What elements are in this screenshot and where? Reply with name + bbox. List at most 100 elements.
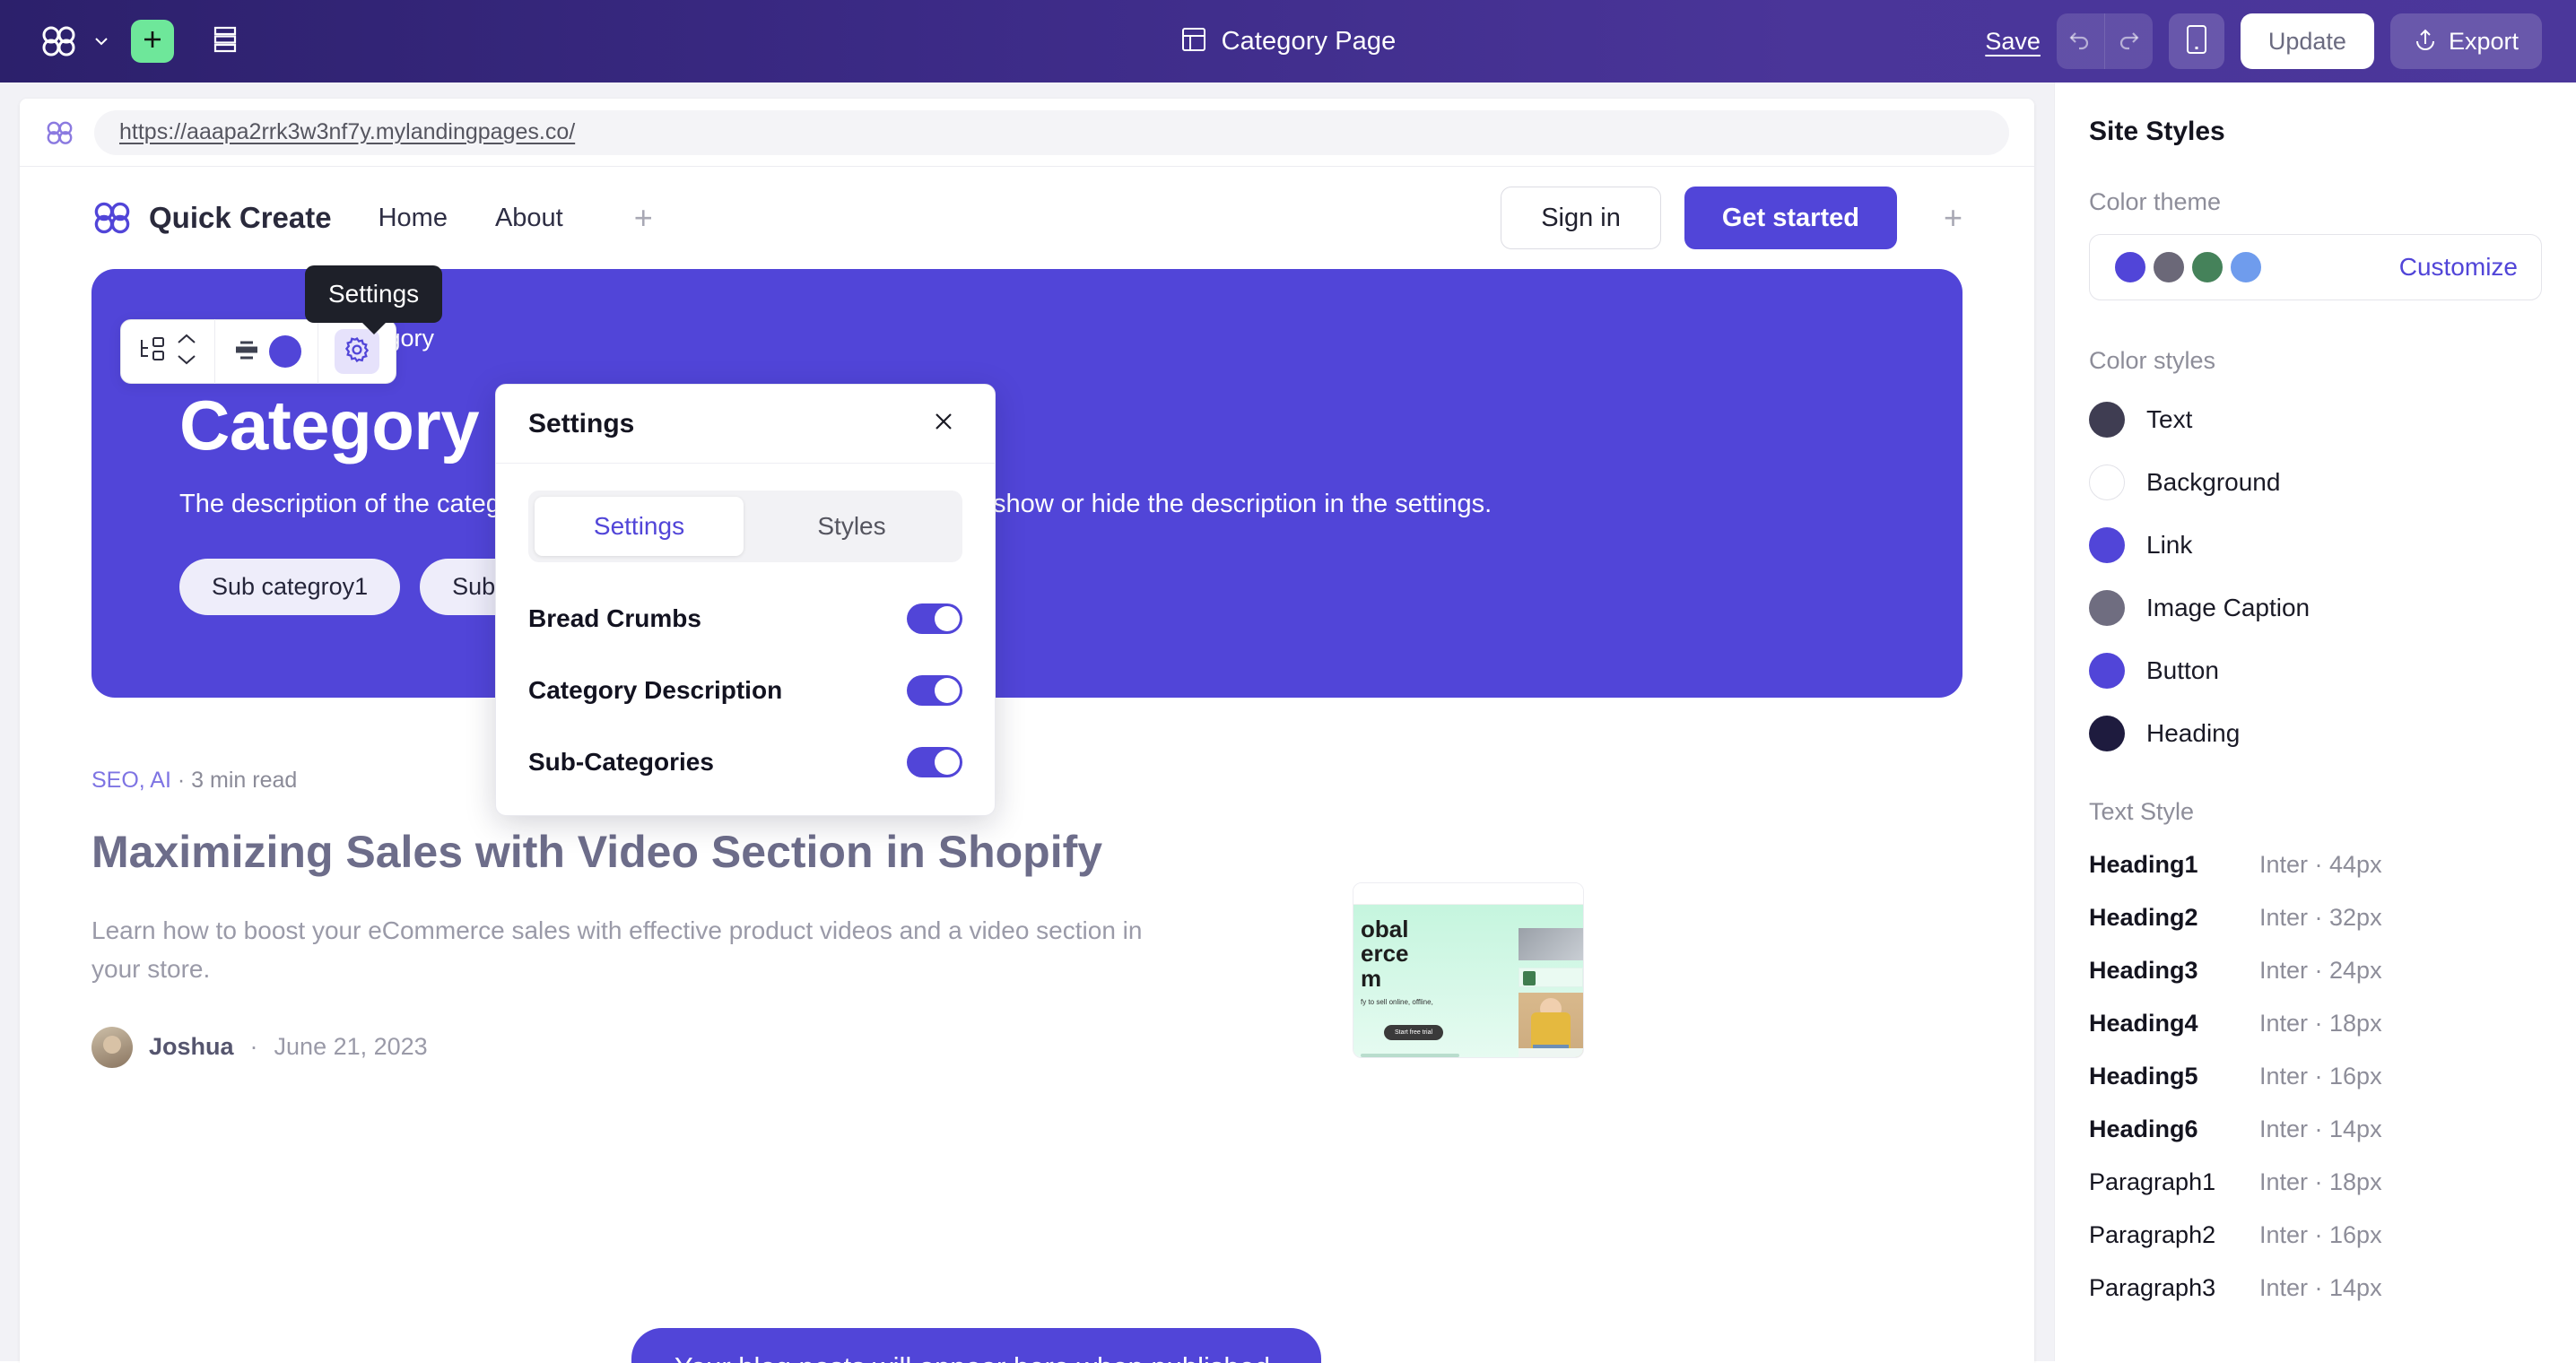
undo-button[interactable] <box>2057 13 2104 69</box>
settings-gear-button[interactable] <box>335 329 379 374</box>
theme-swatch[interactable] <box>2190 250 2224 284</box>
signin-button[interactable]: Sign in <box>1501 187 1661 249</box>
text-style-meta: Inter · 18px <box>2259 1168 2382 1195</box>
setting-label: Category Description <box>528 676 783 704</box>
plus-icon <box>141 28 164 56</box>
theme-swatch[interactable] <box>2113 250 2147 284</box>
color-styles-list: Text Background Link Image Caption Butto… <box>2089 402 2542 751</box>
text-style-label: Text Style <box>2089 798 2195 825</box>
chevron-down-icon[interactable] <box>91 31 111 51</box>
close-button[interactable] <box>925 405 962 443</box>
theme-swatch[interactable] <box>2229 250 2263 284</box>
text-style-meta: Inter · 16px <box>2259 1063 2382 1090</box>
tab-settings[interactable]: Settings <box>535 497 744 556</box>
settings-popup-body: Settings Styles Bread Crumbs Category De… <box>496 464 995 815</box>
quickcreate-logo-icon[interactable] <box>39 25 79 57</box>
site-header-actions: Sign in Get started + <box>1501 187 1962 249</box>
blog-thumbnail: obal erce m fy to sell online, offline, St… <box>1353 882 1584 1058</box>
color-dot <box>2089 527 2125 563</box>
color-theme-row[interactable]: Customize <box>2089 234 2542 300</box>
site-header: Quick Create Home About + Sign in Get st… <box>20 167 2034 269</box>
export-button[interactable]: Export <box>2389 13 2542 69</box>
layers-panel-button[interactable] <box>205 21 246 62</box>
settings-popup-title: Settings <box>528 408 635 438</box>
color-style-row-text[interactable]: Text <box>2089 402 2542 438</box>
bread-crumbs-toggle[interactable] <box>907 603 962 634</box>
site-nav: Home About + <box>379 202 653 234</box>
color-style-row-background[interactable]: Background <box>2089 464 2542 500</box>
undo-redo-group <box>2056 13 2153 69</box>
color-theme-label: Color theme <box>2089 188 2222 215</box>
tree-structure-icon[interactable] <box>137 334 168 369</box>
category-heading: Category <box>179 386 480 464</box>
blog-author-name: Joshua <box>149 1033 234 1061</box>
category-description-toggle[interactable] <box>907 675 962 706</box>
text-style-name: Heading6 <box>2089 1116 2198 1142</box>
text-style-row-heading5[interactable]: Heading5 Inter · 16px <box>2089 1063 2542 1090</box>
text-style-name: Heading5 <box>2089 1063 2198 1090</box>
text-style-row-heading2[interactable]: Heading2 Inter · 32px <box>2089 904 2542 932</box>
text-style-row-heading3[interactable]: Heading3 Inter · 24px <box>2089 957 2542 985</box>
update-button[interactable]: Update <box>2240 13 2374 69</box>
text-style-row-paragraph2[interactable]: Paragraph2 Inter · 16px <box>2089 1221 2542 1249</box>
text-style-row-paragraph3[interactable]: Paragraph3 Inter · 14px <box>2089 1274 2542 1302</box>
sub-category-chips: Sub categroy1 Sub category2 Sub category… <box>179 558 1875 615</box>
url-input[interactable]: https://aaapa2rrk3w3nf7y.mylandingpages.… <box>94 109 2009 155</box>
customize-link[interactable]: Customize <box>2399 253 2518 282</box>
nav-item-about[interactable]: About <box>495 204 563 233</box>
text-style-meta: Inter · 32px <box>2259 904 2382 931</box>
url-text: https://aaapa2rrk3w3nf7y.mylandingpages.… <box>119 119 576 144</box>
redo-button[interactable] <box>2105 13 2153 69</box>
blog-tags[interactable]: SEO, AI <box>91 768 171 793</box>
chevron-down-icon[interactable] <box>175 353 198 370</box>
add-block-button[interactable] <box>131 20 174 63</box>
color-dot <box>2089 402 2125 438</box>
device-preview-button[interactable] <box>2168 13 2224 69</box>
color-style-row-link[interactable]: Link <box>2089 527 2542 563</box>
layers-icon <box>213 25 238 58</box>
close-icon <box>931 409 956 438</box>
setting-row-category-description: Category Description <box>528 675 962 706</box>
text-styles-list: Heading1 Inter · 44px Heading2 Inter · 3… <box>2089 851 2542 1302</box>
align-center-icon[interactable] <box>231 338 262 366</box>
blog-read-time: 3 min read <box>191 768 298 793</box>
text-style-row-paragraph1[interactable]: Paragraph1 Inter · 18px <box>2089 1168 2542 1196</box>
save-button[interactable]: Save <box>1985 28 2041 56</box>
element-toolbar-nav-group <box>121 319 214 384</box>
blog-post-description: Learn how to boost your eCommerce sales … <box>91 916 1143 984</box>
chevron-up-icon[interactable] <box>175 333 198 350</box>
thumbnail-headline: obal erce m <box>1361 916 1409 992</box>
theme-swatches <box>2113 250 2263 284</box>
text-style-row-heading4[interactable]: Heading4 Inter · 18px <box>2089 1010 2542 1037</box>
nav-add-icon[interactable]: + <box>634 202 653 234</box>
tab-styles[interactable]: Styles <box>747 497 956 556</box>
get-started-button[interactable]: Get started <box>1684 187 1897 249</box>
text-style-row-heading1[interactable]: Heading1 Inter · 44px <box>2089 851 2542 879</box>
blog-author-row: Joshua · June 21, 2023 <box>91 1026 1311 1068</box>
text-style-row-heading6[interactable]: Heading6 Inter · 14px <box>2089 1116 2542 1143</box>
color-dot <box>2089 716 2125 751</box>
site-brand-name: Quick Create <box>149 201 332 234</box>
settings-tooltip: Settings <box>305 265 443 323</box>
settings-tabs: Settings Styles <box>528 491 962 562</box>
sub-category-chip[interactable]: Sub categroy1 <box>179 558 401 615</box>
breadcrumb: Main page › Category <box>179 325 1875 352</box>
header-add-icon[interactable]: + <box>1944 202 1962 234</box>
color-swatch-button[interactable] <box>269 335 301 368</box>
quickcreate-logo-icon <box>45 120 74 145</box>
panel-title: Site Styles <box>2089 117 2225 146</box>
setting-row-bread-crumbs: Bread Crumbs <box>528 603 962 634</box>
color-style-row-heading[interactable]: Heading <box>2089 716 2542 751</box>
theme-swatch[interactable] <box>2152 250 2186 284</box>
color-style-row-button[interactable]: Button <box>2089 653 2542 689</box>
mobile-device-icon <box>2185 24 2208 59</box>
page-title: Category Page <box>1221 26 1397 56</box>
nav-item-home[interactable]: Home <box>379 204 448 233</box>
color-style-label: Link <box>2146 531 2193 559</box>
export-label: Export <box>2448 27 2519 55</box>
color-style-row-image-caption[interactable]: Image Caption <box>2089 590 2542 626</box>
blog-post-title[interactable]: Maximizing Sales with Video Section in S… <box>91 824 1132 881</box>
text-style-name: Heading1 <box>2089 851 2198 878</box>
sub-categories-toggle[interactable] <box>907 747 962 777</box>
move-stepper <box>175 333 198 370</box>
